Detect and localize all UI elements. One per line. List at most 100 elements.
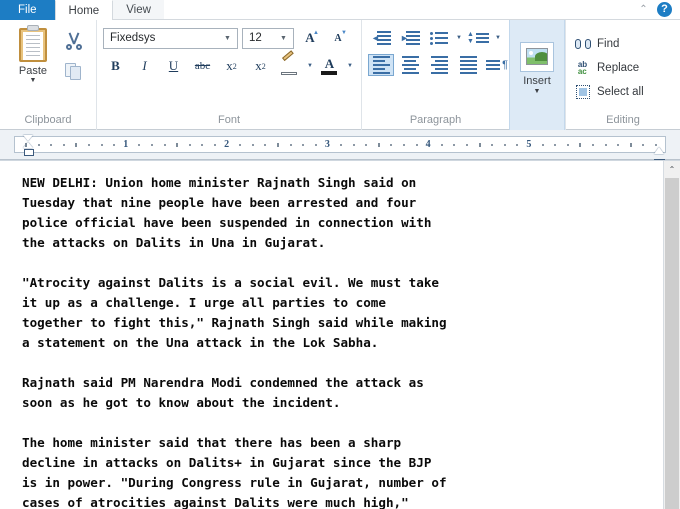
ruler-tick [289,144,292,146]
paragraph-row-top: ◄ ► ▼ ▲ ▼ ▼ [368,27,501,49]
insert-picture-button[interactable]: Insert ▼ [515,37,559,96]
align-right-button[interactable] [426,54,452,76]
font-color-caret-icon[interactable]: ▼ [347,63,353,69]
replace-bottom-text: ac [577,67,587,76]
font-size-value: 12 [249,32,262,44]
ruler-number: 4 [425,139,431,150]
ruler-number: 5 [526,139,532,150]
ruler-tick [365,144,368,146]
ruler-number: 3 [324,139,330,150]
cut-button[interactable] [61,28,87,54]
insert-label: Insert [523,74,551,87]
ruler-track[interactable]: 1 2 3 4 5 [14,135,666,161]
find-button[interactable]: Find [574,34,619,55]
tab-home[interactable]: Home [54,0,114,20]
select-all-icon [574,84,591,100]
decrease-indent-icon: ◄ [371,30,391,46]
clipboard-small-buttons [61,24,87,85]
picture-icon [526,48,548,65]
ruler-tick [339,144,342,146]
line-spacing-button[interactable]: ▲ ▼ [465,27,491,49]
tab-view-label: View [126,4,151,16]
editing-group-body: Find ab ac Replace Select all [566,20,680,110]
align-center-icon [401,56,419,74]
bold-button[interactable]: B [103,55,128,77]
ruler-tick [629,143,632,147]
insert-caret-icon[interactable]: ▼ [534,87,541,96]
copy-button[interactable] [61,59,87,85]
font-color-letter: A [324,56,335,71]
caret-down-icon: ▼ [341,30,347,36]
subscript-index: 2 [232,61,237,71]
ruler-tick [516,144,519,146]
ribbon: Paste ▼ Clipboard Fixedsys ▼ 12 ▼ A ▲ A … [0,20,680,130]
italic-button[interactable]: I [132,55,157,77]
document-blank-line [22,413,645,433]
indent-marker-left[interactable] [23,135,34,160]
ruler-tick [654,144,657,146]
font-color-icon: A [320,57,338,75]
document-text[interactable]: NEW DELHI: Union home minister Rajnath S… [22,173,645,509]
tab-view[interactable]: View [113,0,164,20]
chevron-up-icon[interactable]: ⌃ [637,3,650,16]
document-paragraph: NEW DELHI: Union home minister Rajnath S… [22,175,432,250]
scroll-up-button[interactable]: ⌃ [664,161,680,178]
text-highlight-button[interactable] [277,50,302,77]
ruler-tick [591,144,594,146]
highlight-caret-icon[interactable]: ▼ [307,63,313,69]
font-row-bottom: B I U abc x2 x2 ▼ A ▼ [103,50,353,77]
shrink-font-button[interactable]: A ▼ [326,27,350,49]
line-spacing-caret-icon[interactable]: ▼ [495,35,501,41]
replace-icon: ab ac [574,60,591,76]
align-left-button[interactable] [368,54,394,76]
paragraph-group-label: Paragraph [409,114,462,126]
strikethrough-button[interactable]: abc [190,55,215,77]
font-color-button[interactable]: A [317,55,342,77]
font-family-combo[interactable]: Fixedsys ▼ [103,27,238,49]
replace-button[interactable]: ab ac Replace [574,58,639,79]
ruler-tick [150,144,153,146]
ruler[interactable]: 1 2 3 4 5 [0,130,680,161]
bullets-button[interactable] [426,27,452,49]
select-all-button[interactable]: Select all [574,82,644,103]
justify-button[interactable] [455,54,481,76]
scrollbar-track[interactable] [664,178,680,509]
font-row-top: Fixedsys ▼ 12 ▼ A ▲ A ▼ [103,27,350,49]
font-family-value: Fixedsys [110,32,156,44]
underline-button[interactable]: U [161,55,186,77]
document-paragraph: "Atrocity against Dalits is a social evi… [22,275,447,350]
insert-group-body: Insert ▼ [510,20,564,110]
tab-file[interactable]: File [0,0,55,20]
ruler-tick [302,144,305,146]
ruler-tick [617,144,620,146]
ruler-tick [402,144,405,146]
ruler-tick [25,143,27,147]
ruler-tick [642,144,645,146]
paste-button[interactable]: Paste ▼ [5,24,61,85]
align-center-button[interactable] [397,54,423,76]
find-label: Find [597,38,620,50]
formatting-marks-button[interactable]: ¶ [484,54,510,76]
vertical-scrollbar[interactable]: ⌃ [663,161,680,509]
indent-marker-right[interactable] [654,147,665,161]
superscript-button[interactable]: x2 [248,55,273,77]
decrease-indent-button[interactable]: ◄ [368,27,394,49]
ribbon-group-insert[interactable]: Insert ▼ [509,20,565,130]
increase-indent-icon: ► [400,30,420,46]
document-area: NEW DELHI: Union home minister Rajnath S… [0,160,680,509]
bullets-caret-icon[interactable]: ▼ [456,35,462,41]
caret-up-icon: ▲ [313,30,319,36]
paste-caret-icon[interactable]: ▼ [30,77,37,85]
tab-home-label: Home [68,5,100,17]
clipboard-group-body: Paste ▼ [0,20,96,110]
document-page[interactable]: NEW DELHI: Union home minister Rajnath S… [0,161,663,509]
scrollbar-thumb[interactable] [665,178,679,509]
ruler-tick [453,144,456,146]
select-all-label: Select all [597,86,644,98]
increase-indent-button[interactable]: ► [397,27,423,49]
ruler-tick [314,144,317,146]
help-question-icon[interactable]: ? [657,2,672,17]
font-size-combo[interactable]: 12 ▼ [242,27,294,49]
grow-font-button[interactable]: A ▲ [298,27,322,49]
subscript-button[interactable]: x2 [219,55,244,77]
